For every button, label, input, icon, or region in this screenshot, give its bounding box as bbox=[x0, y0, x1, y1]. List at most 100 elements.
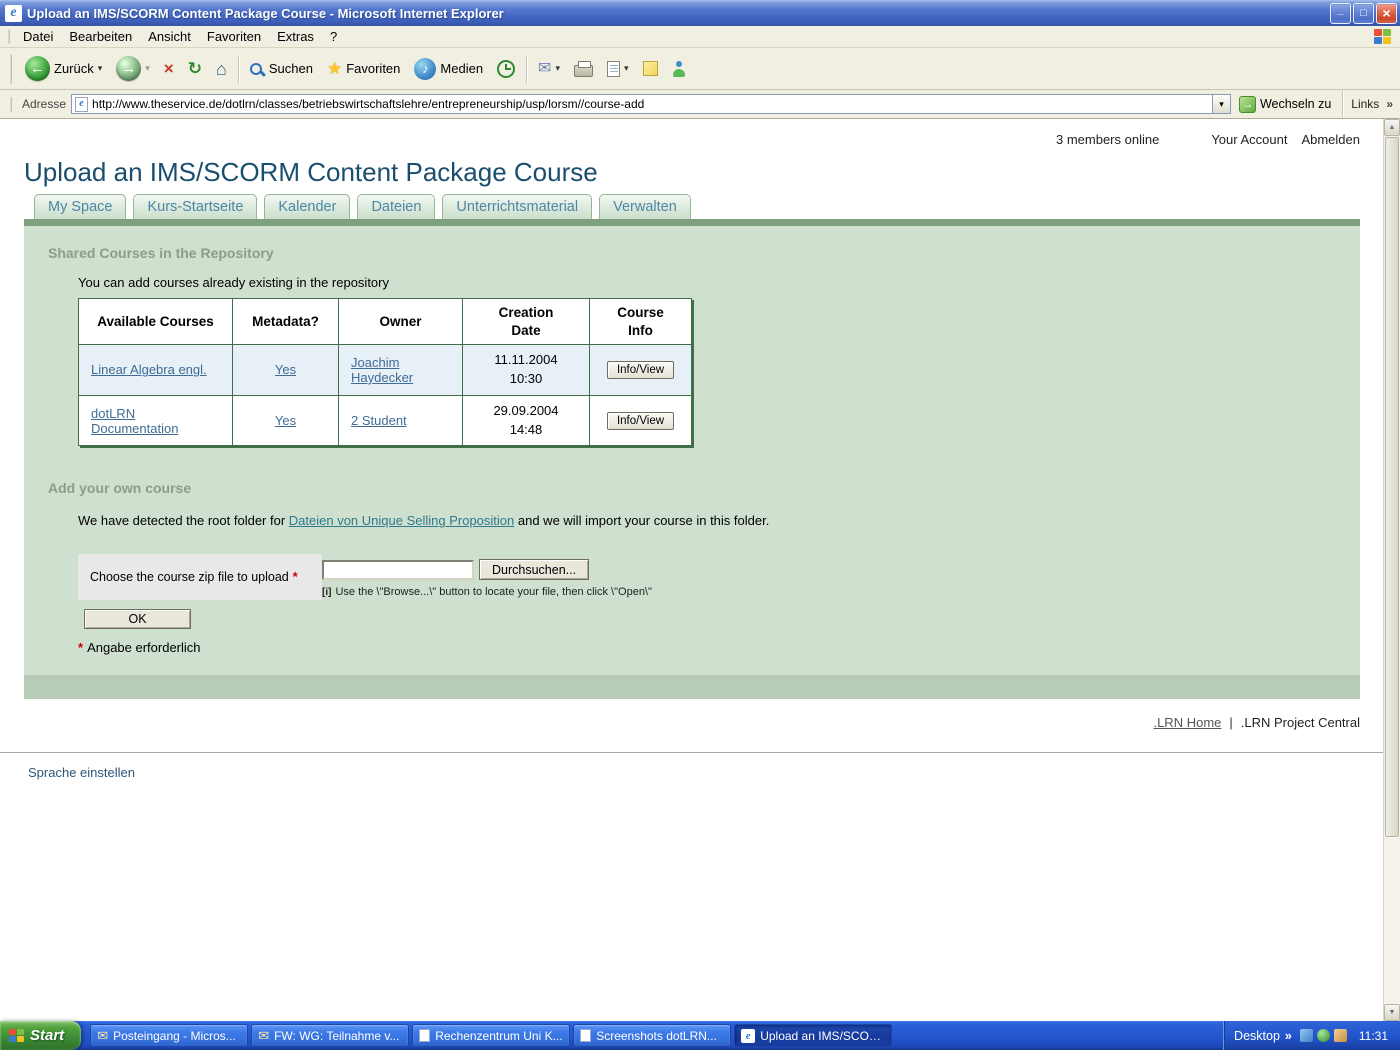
windows-logo-icon bbox=[1374, 29, 1391, 44]
root-folder-text: We have detected the root folder for Dat… bbox=[78, 513, 1360, 528]
task-screenshots[interactable]: Screenshots dotLRN... bbox=[573, 1024, 731, 1047]
search-label: Suchen bbox=[269, 61, 313, 76]
menu-extras[interactable]: Extras bbox=[269, 26, 322, 47]
tray-chevron-icon[interactable]: » bbox=[1285, 1029, 1292, 1043]
your-account-link[interactable]: Your Account bbox=[1211, 132, 1287, 147]
mail-button[interactable]: ✉ ▾ bbox=[532, 51, 566, 87]
col-metadata: Metadata? bbox=[233, 299, 339, 345]
tab-kurs-startseite[interactable]: Kurs-Startseite bbox=[133, 194, 257, 219]
menu-bearbeiten[interactable]: Bearbeiten bbox=[61, 26, 140, 47]
menu-favoriten[interactable]: Favoriten bbox=[199, 26, 269, 47]
portlet-area: Shared Courses in the Repository You can… bbox=[24, 226, 1360, 699]
discuss-button[interactable] bbox=[637, 51, 664, 87]
required-marker: * bbox=[78, 640, 83, 655]
scroll-down-button[interactable]: ▼ bbox=[1384, 1004, 1400, 1021]
owner-link[interactable]: 2 Student bbox=[351, 413, 407, 428]
desktop-toolbar[interactable]: Desktop » bbox=[1234, 1029, 1292, 1043]
course-link[interactable]: dotLRN Documentation bbox=[91, 406, 178, 436]
tab-dateien[interactable]: Dateien bbox=[357, 194, 435, 219]
address-drag-handle[interactable] bbox=[9, 97, 12, 112]
links-toolbar[interactable]: Links bbox=[1351, 97, 1379, 111]
document-icon bbox=[580, 1029, 591, 1042]
tab-verwalten[interactable]: Verwalten bbox=[599, 194, 691, 219]
info-view-button[interactable]: Info/View bbox=[607, 412, 674, 430]
logout-link[interactable]: Abmelden bbox=[1301, 132, 1360, 147]
go-button[interactable]: → Wechseln zu bbox=[1236, 95, 1334, 114]
desktop-label: Desktop bbox=[1234, 1029, 1280, 1043]
menu-drag-handle[interactable] bbox=[7, 29, 10, 44]
browse-button[interactable]: Durchsuchen... bbox=[479, 559, 589, 580]
menu-datei[interactable]: Datei bbox=[15, 26, 61, 47]
media-label: Medien bbox=[440, 61, 483, 76]
start-button[interactable]: Start bbox=[0, 1021, 81, 1050]
task-upload-course[interactable]: e Upload an IMS/SCOR... bbox=[734, 1024, 892, 1047]
history-button[interactable] bbox=[491, 51, 521, 87]
metadata-link[interactable]: Yes bbox=[275, 413, 296, 428]
lrn-project-central-link[interactable]: .LRN Project Central bbox=[1241, 715, 1360, 730]
metadata-link[interactable]: Yes bbox=[275, 362, 296, 377]
status-icon[interactable] bbox=[1317, 1029, 1330, 1042]
mail-dropdown-icon[interactable]: ▾ bbox=[555, 63, 560, 74]
edit-button[interactable]: ▾ bbox=[601, 51, 635, 87]
user-bar: 3 members online Your Account Abmelden bbox=[0, 119, 1383, 147]
favorites-button[interactable]: ★ Favoriten bbox=[321, 51, 406, 87]
scrollbar-thumb[interactable] bbox=[1385, 137, 1399, 837]
messenger-button[interactable] bbox=[666, 51, 692, 87]
links-chevron-icon[interactable]: » bbox=[1386, 97, 1393, 111]
forward-button[interactable]: → ▾ bbox=[110, 51, 156, 87]
display-icon[interactable] bbox=[1300, 1029, 1313, 1042]
page-ie-icon: e bbox=[75, 97, 88, 112]
home-icon: ⌂ bbox=[216, 60, 227, 78]
menu-bar: Datei Bearbeiten Ansicht Favoriten Extra… bbox=[0, 26, 1400, 48]
taskbar-tasks: ✉ Posteingang - Micros... ✉ FW: WG: Teil… bbox=[81, 1021, 1223, 1050]
home-button[interactable]: ⌂ bbox=[210, 51, 233, 87]
upload-file-input[interactable] bbox=[322, 560, 474, 580]
close-button[interactable]: × bbox=[1376, 3, 1397, 24]
refresh-button[interactable]: ↻ bbox=[182, 51, 208, 87]
back-dropdown-icon[interactable]: ▾ bbox=[98, 63, 103, 74]
menu-hilfe[interactable]: ? bbox=[322, 26, 345, 47]
address-input[interactable] bbox=[88, 97, 1212, 111]
tab-kalender[interactable]: Kalender bbox=[264, 194, 350, 219]
print-button[interactable] bbox=[568, 51, 599, 87]
table-header-row: Available Courses Metadata? Owner Creati… bbox=[79, 299, 692, 345]
vertical-scrollbar[interactable]: ▲ ▼ bbox=[1383, 119, 1400, 1021]
info-view-button[interactable]: Info/View bbox=[607, 361, 674, 379]
task-mail-fw[interactable]: ✉ FW: WG: Teilnahme v... bbox=[251, 1024, 409, 1047]
toolbar-drag-handle[interactable] bbox=[9, 54, 12, 84]
media-icon: ♪ bbox=[414, 58, 436, 80]
scroll-up-button[interactable]: ▲ bbox=[1384, 119, 1400, 136]
system-tray: Desktop » 11:31 bbox=[1223, 1021, 1400, 1050]
back-button[interactable]: ← Zurück ▾ bbox=[19, 51, 108, 87]
restore-button[interactable]: □ bbox=[1353, 3, 1374, 24]
owner-link[interactable]: Joachim Haydecker bbox=[351, 355, 413, 385]
edit-dropdown-icon[interactable]: ▾ bbox=[624, 63, 629, 74]
favorites-star-icon: ★ bbox=[327, 60, 342, 77]
course-link[interactable]: Linear Algebra engl. bbox=[91, 362, 207, 377]
menu-ansicht[interactable]: Ansicht bbox=[140, 26, 199, 47]
screen: e Upload an IMS/SCORM Content Package Co… bbox=[0, 0, 1400, 1050]
shared-courses-intro: You can add courses already existing in … bbox=[78, 275, 1360, 290]
task-rechenzentrum[interactable]: Rechenzentrum Uni K... bbox=[412, 1024, 570, 1047]
tab-my-space[interactable]: My Space bbox=[34, 194, 126, 219]
lrn-home-link[interactable]: .LRN Home bbox=[1153, 715, 1221, 730]
update-icon[interactable] bbox=[1334, 1029, 1347, 1042]
media-button[interactable]: ♪ Medien bbox=[408, 51, 489, 87]
search-button[interactable]: Suchen bbox=[244, 51, 319, 87]
toolbar-separator bbox=[1342, 90, 1343, 118]
window-controls: _ □ × bbox=[1330, 3, 1397, 24]
document-icon bbox=[419, 1029, 430, 1042]
tab-unterrichtsmaterial[interactable]: Unterrichtsmaterial bbox=[442, 194, 592, 219]
stop-button[interactable]: × bbox=[158, 51, 180, 87]
language-link[interactable]: Sprache einstellen bbox=[28, 765, 135, 780]
folder-link[interactable]: Dateien von Unique Selling Proposition bbox=[289, 513, 514, 528]
address-dropdown-button[interactable]: ▾ bbox=[1212, 95, 1230, 113]
task-posteingang[interactable]: ✉ Posteingang - Micros... bbox=[90, 1024, 248, 1047]
forward-dropdown-icon[interactable]: ▾ bbox=[145, 63, 150, 74]
favorites-label: Favoriten bbox=[346, 61, 400, 76]
task-label: FW: WG: Teilnahme v... bbox=[274, 1029, 399, 1043]
ok-button[interactable]: OK bbox=[84, 609, 191, 629]
minimize-button[interactable]: _ bbox=[1330, 3, 1351, 24]
mail-icon: ✉ bbox=[97, 1028, 108, 1044]
tab-underline-bar bbox=[24, 219, 1360, 226]
